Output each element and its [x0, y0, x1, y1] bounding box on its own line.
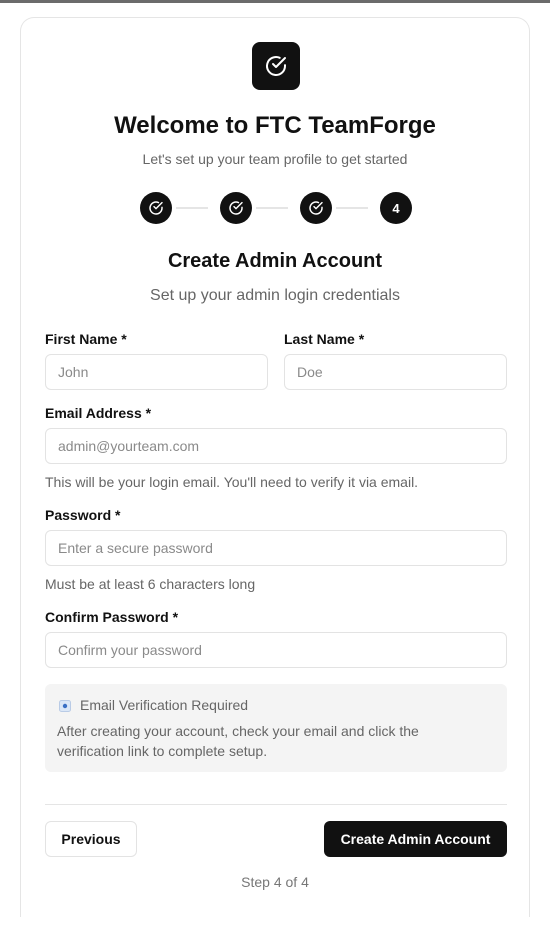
notice-body: After creating your account, check your …: [57, 723, 419, 759]
email-help-text: This will be your login email. You'll ne…: [45, 474, 419, 490]
page-subtitle: Let's set up your team profile to get st…: [142, 151, 408, 167]
create-admin-account-button[interactable]: Create Admin Account: [324, 821, 507, 857]
check-circle-icon: [229, 201, 243, 215]
previous-button[interactable]: Previous: [45, 821, 137, 857]
check-circle-icon: [266, 56, 286, 76]
step-connector: [256, 207, 288, 209]
step-3-complete: [300, 192, 332, 224]
step-connector: [336, 207, 368, 209]
app-logo: [252, 42, 300, 90]
section-title: Create Admin Account: [167, 250, 383, 272]
last-name-input[interactable]: [284, 354, 507, 390]
password-label: Password *: [45, 507, 121, 523]
info-dot-icon: [59, 700, 71, 712]
email-input[interactable]: [45, 428, 507, 464]
password-input[interactable]: [45, 530, 507, 566]
confirm-password-input[interactable]: [45, 632, 507, 668]
check-circle-icon: [309, 201, 323, 215]
actions-divider: [45, 804, 507, 805]
confirm-password-label: Confirm Password *: [45, 609, 179, 625]
notice-title: Email Verification Required: [80, 697, 249, 713]
email-verification-notice: Email Verification Required After creati…: [45, 684, 507, 772]
step-1-complete: [140, 192, 172, 224]
first-name-input[interactable]: [45, 354, 268, 390]
window-top-edge: [0, 0, 550, 3]
section-subtitle: Set up your admin login credentials: [150, 287, 400, 304]
password-help-text: Must be at least 6 characters long: [45, 576, 256, 592]
progress-stepper: 4: [0, 192, 550, 224]
step-connector: [176, 207, 208, 209]
check-circle-icon: [149, 201, 163, 215]
page-title: Welcome to FTC TeamForge: [114, 112, 436, 139]
email-label: Email Address *: [45, 405, 152, 421]
first-name-label: First Name *: [45, 331, 127, 347]
step-4-current: 4: [380, 192, 412, 224]
step-counter: Step 4 of 4: [241, 874, 309, 890]
step-2-complete: [220, 192, 252, 224]
last-name-label: Last Name *: [284, 331, 365, 347]
